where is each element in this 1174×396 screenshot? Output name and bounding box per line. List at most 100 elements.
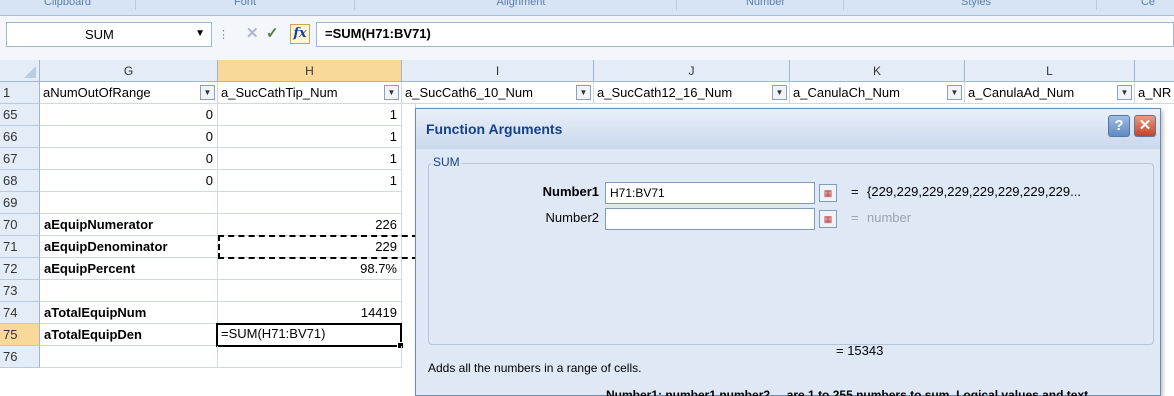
- cancel-icon[interactable]: ✕: [246, 24, 259, 42]
- table-cell[interactable]: 1: [218, 148, 402, 170]
- check-icon[interactable]: ✓: [266, 24, 279, 42]
- argument-help-clip: Number1: number1,number2,... are 1 to 25…: [606, 388, 1162, 396]
- column-header-l[interactable]: L: [965, 60, 1135, 82]
- column-header-i[interactable]: I: [402, 60, 594, 82]
- table-cell[interactable]: 1: [218, 104, 402, 126]
- table-cell[interactable]: 0: [40, 148, 218, 170]
- ribbon-group-styles[interactable]: Styles: [856, 0, 1097, 10]
- table-cell[interactable]: 0: [40, 170, 218, 192]
- header-cell-m[interactable]: a_NR: [1135, 82, 1174, 104]
- table-cell[interactable]: 98.7%: [218, 258, 402, 280]
- ribbon-group-alignment[interactable]: Alignment: [366, 0, 677, 10]
- dialog-title-bar[interactable]: Function Arguments ? ✕: [416, 109, 1160, 149]
- header-cell-label: a_SucCathTip_Num: [221, 85, 338, 100]
- header-cell-j[interactable]: a_SucCath12_16_Num ▼: [594, 82, 790, 104]
- number1-label: Number1: [542, 184, 599, 199]
- ribbon-group-labels: Clipboard Font Alignment Number Styles C…: [0, 0, 1174, 16]
- row-header[interactable]: 71: [0, 236, 40, 258]
- grip-icon: ⋮: [218, 29, 229, 41]
- row-header[interactable]: 70: [0, 214, 40, 236]
- filter-dropdown-icon[interactable]: ▼: [384, 85, 399, 100]
- number1-input[interactable]: H71:BV71: [605, 182, 815, 204]
- column-header-m[interactable]: [1135, 60, 1174, 82]
- row-header-1[interactable]: 1: [0, 82, 40, 104]
- row-header[interactable]: 73: [0, 280, 40, 302]
- filter-dropdown-icon[interactable]: ▼: [200, 85, 215, 100]
- ribbon-group-font[interactable]: Font: [136, 0, 355, 10]
- filter-dropdown-icon[interactable]: ▼: [772, 85, 787, 100]
- header-cell-l[interactable]: a_CanulaAd_Num ▼: [965, 82, 1135, 104]
- header-cell-label: aNumOutOfRange: [43, 85, 151, 100]
- table-cell[interactable]: [218, 346, 402, 368]
- number2-equals: =: [851, 210, 859, 225]
- table-cell[interactable]: [40, 280, 218, 302]
- column-header-k[interactable]: K: [790, 60, 965, 82]
- filter-dropdown-icon[interactable]: ▼: [576, 85, 591, 100]
- column-header-g[interactable]: G: [40, 60, 218, 82]
- chevron-down-icon[interactable]: ▼: [195, 28, 205, 39]
- table-cell[interactable]: aEquipDenominator: [40, 236, 218, 258]
- row-header[interactable]: 66: [0, 126, 40, 148]
- ribbon-group-cells[interactable]: Ce: [1108, 0, 1174, 10]
- table-cell[interactable]: 1: [218, 126, 402, 148]
- table-cell[interactable]: 0: [40, 126, 218, 148]
- header-cell-h[interactable]: a_SucCathTip_Num ▼: [218, 82, 402, 104]
- formula-result: = 15343: [836, 343, 884, 358]
- header-cell-label: a_CanulaCh_Num: [793, 85, 900, 100]
- row-header[interactable]: 68: [0, 170, 40, 192]
- table-cell[interactable]: 1: [218, 170, 402, 192]
- row-header[interactable]: 65: [0, 104, 40, 126]
- column-header-j[interactable]: J: [594, 60, 790, 82]
- header-cell-i[interactable]: a_SucCath6_10_Num ▼: [402, 82, 594, 104]
- name-box[interactable]: SUM ▼: [6, 22, 212, 47]
- header-cell-label: a_SucCath12_16_Num: [597, 85, 733, 100]
- filter-dropdown-icon[interactable]: ▼: [1117, 85, 1132, 100]
- table-cell[interactable]: [40, 192, 218, 214]
- help-button[interactable]: ?: [1108, 115, 1130, 137]
- ribbon-group-number[interactable]: Number: [688, 0, 844, 10]
- header-cell-label: a_CanulaAd_Num: [968, 85, 1075, 100]
- function-name-label: SUM: [431, 155, 462, 169]
- table-cell[interactable]: 0: [40, 104, 218, 126]
- collapse-dialog-icon[interactable]: ▦: [819, 210, 837, 228]
- collapse-dialog-icon[interactable]: ▦: [819, 184, 837, 202]
- function-arguments-dialog: Function Arguments ? ✕ SUM Number1 H71:B…: [415, 108, 1161, 396]
- number2-label: Number2: [545, 210, 599, 225]
- row-header[interactable]: 76: [0, 346, 40, 368]
- number1-equals: =: [851, 184, 859, 199]
- table-cell[interactable]: aEquipNumerator: [40, 214, 218, 236]
- row-header[interactable]: 75: [0, 324, 40, 346]
- header-cell-k[interactable]: a_CanulaCh_Num ▼: [790, 82, 965, 104]
- number2-result: number: [867, 210, 912, 225]
- function-description: Adds all the numbers in a range of cells…: [428, 361, 642, 375]
- row-header[interactable]: 72: [0, 258, 40, 280]
- header-cell-g[interactable]: aNumOutOfRange ▼: [40, 82, 218, 104]
- select-all-button[interactable]: [0, 60, 40, 82]
- header-cell-label: a_SucCath6_10_Num: [405, 85, 533, 100]
- formula-input[interactable]: =SUM(H71:BV71): [316, 22, 1174, 47]
- table-cell[interactable]: aTotalEquipDen: [40, 324, 218, 346]
- active-cell-formula: =SUM(H71:BV71): [221, 326, 326, 341]
- number2-input[interactable]: [605, 208, 815, 230]
- header-cell-label: a_NR: [1138, 85, 1172, 100]
- ribbon-group-clipboard[interactable]: Clipboard: [0, 0, 136, 10]
- column-header-h[interactable]: H: [218, 60, 402, 82]
- table-cell[interactable]: 226: [218, 214, 402, 236]
- table-cell[interactable]: [218, 280, 402, 302]
- row-header[interactable]: 69: [0, 192, 40, 214]
- filter-dropdown-icon[interactable]: ▼: [947, 85, 962, 100]
- active-cell-editor[interactable]: =SUM(H71:BV71): [216, 323, 404, 349]
- close-button[interactable]: ✕: [1134, 115, 1156, 137]
- row-header[interactable]: 67: [0, 148, 40, 170]
- table-cell[interactable]: 229: [218, 236, 402, 258]
- insert-function-button[interactable]: fx: [290, 24, 310, 44]
- row-header[interactable]: 74: [0, 302, 40, 324]
- table-cell[interactable]: [40, 346, 218, 368]
- table-cell[interactable]: [218, 192, 402, 214]
- dialog-title: Function Arguments: [426, 121, 563, 137]
- table-cell[interactable]: 14419: [218, 302, 402, 324]
- table-cell[interactable]: aTotalEquipNum: [40, 302, 218, 324]
- number1-result: {229,229,229,229,229,229,229,229...: [867, 184, 1081, 199]
- empty-cells: [402, 104, 416, 368]
- table-cell[interactable]: aEquipPercent: [40, 258, 218, 280]
